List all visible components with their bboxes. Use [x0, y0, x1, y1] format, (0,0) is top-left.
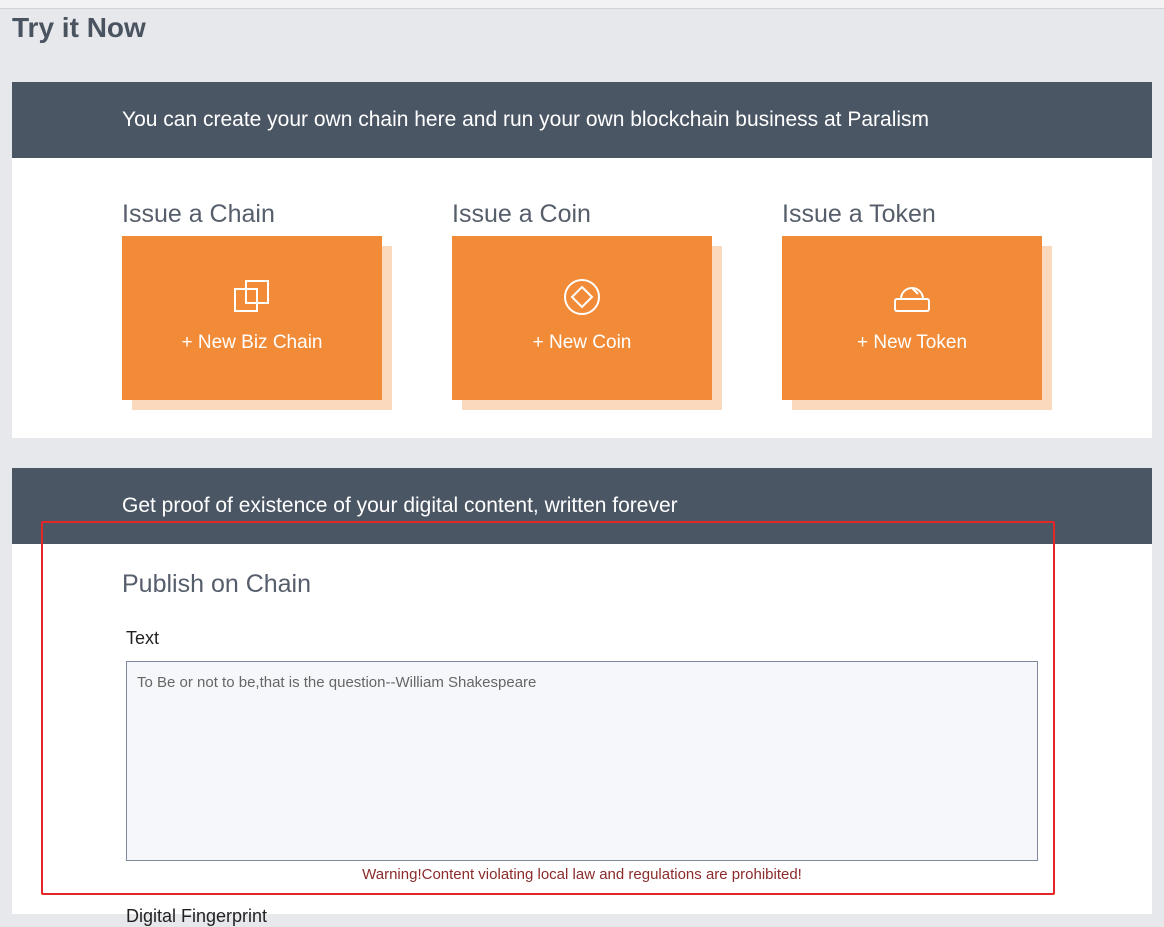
new-coin-button[interactable]: + New Coin	[452, 236, 712, 400]
new-biz-chain-button[interactable]: + New Biz Chain	[122, 236, 382, 400]
text-input[interactable]	[126, 661, 1038, 861]
issue-section: You can create your own chain here and r…	[12, 82, 1152, 438]
new-coin-label: + New Coin	[532, 332, 632, 353]
new-biz-chain-card: + New Biz Chain	[122, 236, 392, 410]
issue-token-column: Issue a Token + New Token	[782, 200, 1062, 410]
issue-chain-title: Issue a Chain	[122, 200, 275, 228]
text-field-label: Text	[126, 628, 160, 648]
coin-icon	[562, 277, 602, 317]
issue-chain-column: Issue a Chain + New Biz Chain	[122, 200, 402, 410]
issue-token-title: Issue a Token	[782, 200, 936, 228]
proof-banner: Get proof of existence of your digital c…	[12, 468, 1152, 544]
content-warning: Warning!Content violating local law and …	[362, 866, 802, 883]
new-coin-card: + New Coin	[452, 236, 722, 410]
issue-coin-column: Issue a Coin + New Coin	[452, 200, 732, 410]
new-biz-chain-label: + New Biz Chain	[181, 332, 323, 353]
token-icon	[892, 277, 932, 317]
browser-top-edge	[0, 0, 1164, 9]
new-token-button[interactable]: + New Token	[782, 236, 1042, 400]
new-token-label: + New Token	[856, 332, 968, 353]
issue-banner: You can create your own chain here and r…	[12, 82, 1152, 158]
digital-fingerprint-label: Digital Fingerprint	[126, 906, 268, 926]
chain-icon	[232, 277, 272, 317]
new-token-card: + New Token	[782, 236, 1052, 410]
proof-section: Get proof of existence of your digital c…	[12, 468, 1152, 926]
page-title: Try it Now	[12, 12, 146, 43]
publish-title: Publish on Chain	[122, 570, 312, 598]
issue-coin-title: Issue a Coin	[452, 200, 591, 228]
